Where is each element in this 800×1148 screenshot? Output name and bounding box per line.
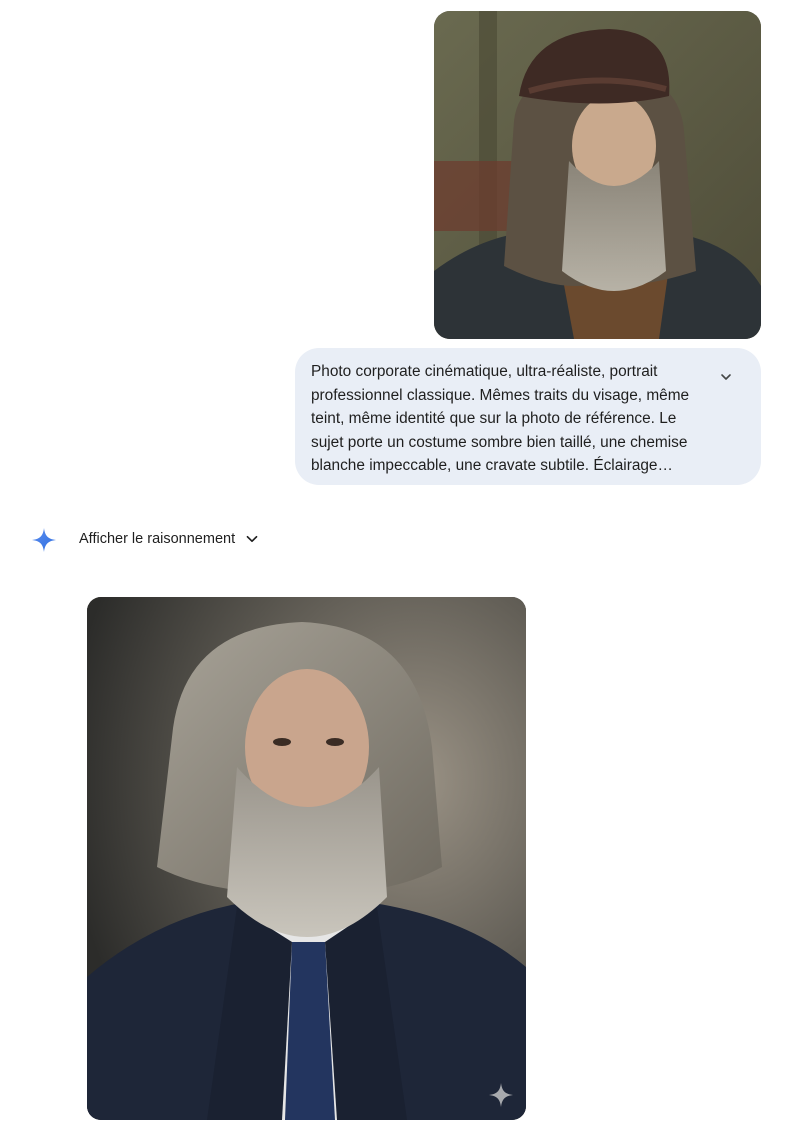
prompt-text: Photo corporate cinématique, ultra-réali… xyxy=(311,363,690,475)
chevron-down-icon xyxy=(721,374,731,380)
reasoning-label: Afficher le raisonnement xyxy=(79,531,236,547)
expand-prompt-button[interactable] xyxy=(715,366,737,388)
generated-portrait-art xyxy=(87,597,526,1120)
sparkle-watermark-icon xyxy=(489,1083,513,1107)
generated-portrait-image[interactable] xyxy=(87,597,526,1120)
reference-portrait-art xyxy=(434,11,761,339)
chevron-down-icon xyxy=(246,535,258,543)
show-reasoning-toggle[interactable]: Afficher le raisonnement xyxy=(79,527,259,551)
user-prompt-bubble: Photo corporate cinématique, ultra-réali… xyxy=(295,348,761,485)
gemini-sparkle-icon xyxy=(31,527,57,553)
reference-portrait-image[interactable] xyxy=(434,11,761,339)
